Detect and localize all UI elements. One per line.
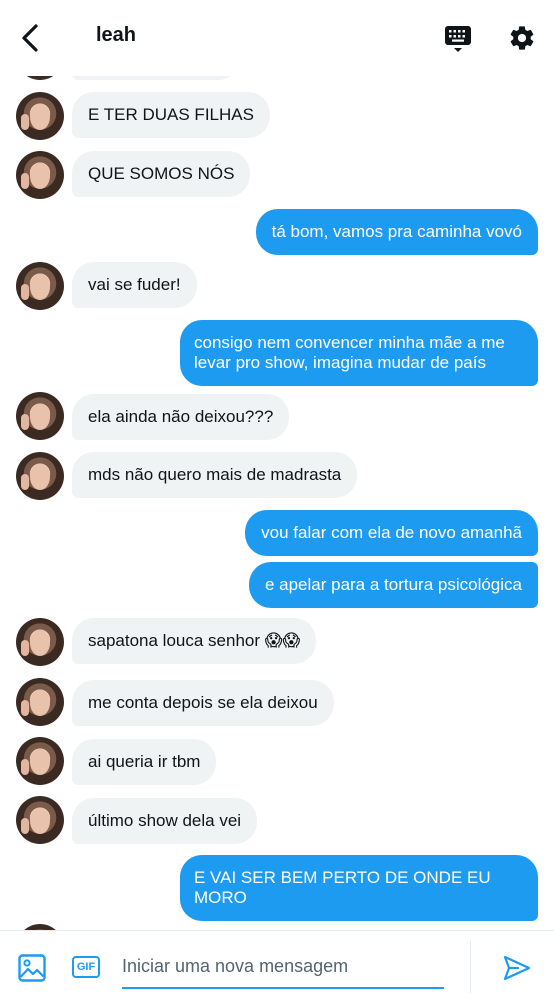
contact-avatar[interactable] — [16, 151, 64, 199]
contact-avatar[interactable] — [16, 262, 64, 310]
message-composer: GIF — [0, 930, 554, 1001]
received-message: sapatona louca senhor 😱😱 — [72, 618, 317, 664]
contact-avatar[interactable] — [16, 392, 64, 440]
sent-message: tá bom, vamos pra caminha vovó — [255, 209, 538, 255]
received-message: me conta depois se ela deixou — [72, 680, 334, 726]
back-button[interactable] — [14, 20, 46, 56]
settings-button[interactable] — [504, 20, 540, 56]
contact-avatar[interactable] — [16, 618, 64, 666]
received-message: mds não quero mais de madrasta — [72, 452, 358, 498]
received-message: ela ainda não deixou??? — [72, 394, 290, 440]
gear-icon — [510, 26, 534, 50]
received-message: último show dela vei — [72, 798, 258, 844]
sent-message: consigo nem convencer minha mãe a me lev… — [180, 320, 538, 386]
send-icon — [503, 955, 531, 981]
conversation-title[interactable]: leah — [96, 24, 136, 47]
add-image-button[interactable] — [16, 952, 48, 984]
contact-avatar[interactable] — [16, 796, 64, 844]
received-message: QUE SOMOS NÓS — [72, 151, 251, 197]
message-list[interactable]: E TER DUAS FILHAS QUE SOMOS NÓS tá bom, … — [0, 0, 554, 930]
sent-message: vou falar com ela de novo amanhã — [245, 510, 538, 556]
sent-message: e apelar para a tortura psicológica — [248, 562, 538, 608]
chat-header: leah — [0, 0, 554, 76]
received-message: ai queria ir tbm — [72, 739, 217, 785]
contact-avatar[interactable] — [16, 92, 64, 140]
contact-avatar[interactable] — [16, 678, 64, 726]
message-input[interactable] — [122, 945, 444, 989]
composer-divider — [470, 941, 471, 993]
add-gif-button[interactable]: GIF — [70, 953, 102, 981]
keyboard-button[interactable] — [440, 22, 476, 56]
send-button[interactable] — [500, 951, 534, 985]
image-icon — [18, 954, 46, 982]
contact-avatar[interactable] — [16, 452, 64, 500]
received-message: vai se fuder! — [72, 262, 197, 308]
back-arrow-icon — [22, 24, 38, 52]
keyboard-icon — [445, 26, 471, 52]
received-message: E TER DUAS FILHAS — [72, 92, 270, 138]
gif-icon: GIF — [71, 956, 101, 978]
contact-avatar[interactable] — [16, 737, 64, 785]
sent-message: E VAI SER BEM PERTO DE ONDE EU MORO — [180, 855, 538, 921]
